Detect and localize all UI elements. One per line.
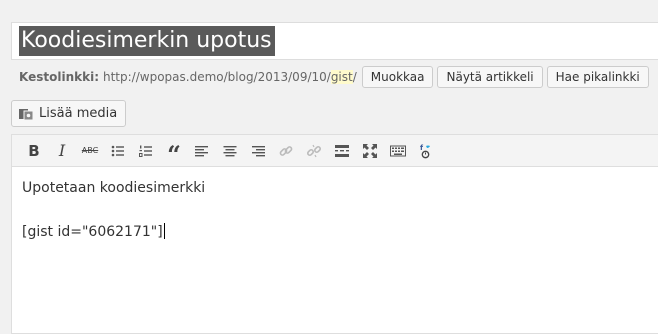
social-share-icon[interactable]: f bbox=[416, 141, 436, 161]
permalink-base-url: http://wpopas.demo/blog/2013/09/10/ bbox=[103, 70, 331, 84]
view-post-button[interactable]: Näytä artikkeli bbox=[437, 66, 543, 88]
align-right-icon[interactable] bbox=[248, 141, 268, 161]
bullet-list-icon[interactable] bbox=[108, 141, 128, 161]
content-paragraph: Upotetaan koodiesimerkki bbox=[22, 180, 206, 196]
editor-content[interactable]: Upotetaan koodiesimerkki [gist id="60621… bbox=[12, 167, 658, 243]
permalink-slug[interactable]: gist bbox=[330, 70, 353, 84]
add-media-button[interactable]: Lisää media bbox=[11, 100, 127, 127]
insert-link-icon[interactable] bbox=[276, 141, 296, 161]
media-icon bbox=[18, 106, 34, 122]
numbered-list-icon[interactable] bbox=[136, 141, 156, 161]
toolbar-toggle-icon[interactable] bbox=[388, 141, 408, 161]
svg-text:f: f bbox=[420, 144, 424, 152]
content-editor[interactable]: B I ABC “ f Upotetaan koodiesimerkki [gi… bbox=[11, 134, 658, 334]
permalink-row: Kestolinkki: http://wpopas.demo/blog/201… bbox=[19, 66, 653, 88]
bold-icon[interactable]: B bbox=[24, 141, 44, 161]
permalink-label: Kestolinkki: bbox=[19, 70, 99, 84]
italic-icon[interactable]: I bbox=[52, 141, 72, 161]
read-more-icon[interactable] bbox=[332, 141, 352, 161]
align-left-icon[interactable] bbox=[192, 141, 212, 161]
edit-permalink-button[interactable]: Muokkaa bbox=[361, 66, 434, 88]
blockquote-icon[interactable]: “ bbox=[164, 137, 184, 169]
content-shortcode: [gist id="6062171"] bbox=[22, 221, 658, 243]
add-media-label: Lisää media bbox=[39, 106, 118, 121]
post-title-text: Koodiesimerkin upotus bbox=[19, 26, 275, 56]
fullscreen-icon[interactable] bbox=[360, 141, 380, 161]
strikethrough-icon[interactable]: ABC bbox=[80, 141, 100, 161]
text-caret bbox=[163, 223, 165, 239]
permalink-trailing-slash: / bbox=[352, 70, 357, 84]
align-center-icon[interactable] bbox=[220, 141, 240, 161]
gist-shortcode: [gist id="6062171"] bbox=[22, 224, 163, 240]
get-shortlink-button[interactable]: Hae pikalinkki bbox=[546, 66, 649, 88]
remove-link-icon[interactable] bbox=[304, 141, 324, 161]
editor-toolbar: B I ABC “ f bbox=[12, 135, 658, 169]
post-title-field[interactable]: Koodiesimerkin upotus bbox=[11, 22, 658, 60]
